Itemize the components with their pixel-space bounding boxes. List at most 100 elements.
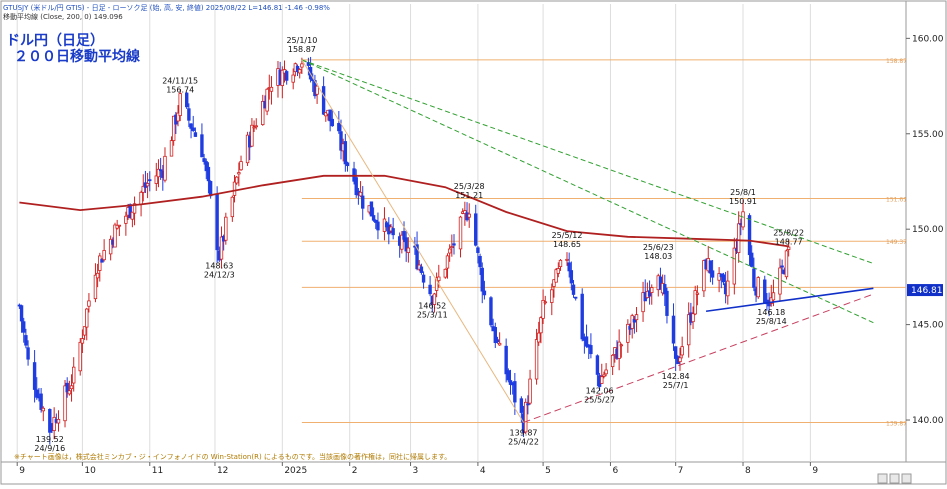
scroll-left-button[interactable] — [877, 473, 888, 484]
candle-body — [600, 376, 604, 384]
candle-body — [726, 280, 730, 297]
x-tick-label: 10 — [84, 466, 96, 476]
candle-body — [443, 268, 448, 278]
candle-body — [665, 290, 669, 316]
annotation-value: 148.65 — [553, 240, 581, 249]
x-tick-label: 9 — [19, 466, 25, 476]
candle-body — [98, 255, 102, 271]
candle-body — [391, 228, 395, 236]
candle-body — [234, 176, 239, 184]
candle-body — [513, 381, 517, 403]
x-tick-label: 9 — [812, 466, 818, 476]
candle-body — [495, 339, 500, 343]
candle-body — [550, 289, 554, 303]
candle-body — [300, 63, 304, 68]
annotation-date: 25/5/27 — [584, 396, 615, 405]
candle-body — [369, 201, 374, 217]
candle-body — [95, 272, 100, 279]
ma-header: 移動平均線 (Close, 200, 0) 149.096 — [3, 13, 123, 21]
candle-body — [452, 243, 456, 246]
candle-body — [450, 246, 454, 249]
candle-body — [284, 71, 289, 81]
candlestick-chart: 158.87151.61149.37139.87 139.5224/9/1624… — [0, 0, 947, 485]
candle-body — [786, 246, 791, 250]
y-tick-label: 160.00 — [912, 34, 944, 44]
candle-body — [376, 221, 380, 231]
candle-body — [145, 183, 150, 187]
y-tick-label: 145.00 — [912, 321, 944, 331]
candle-body — [539, 317, 543, 334]
x-tick-label: 11 — [152, 466, 163, 476]
chart-subtitle: ２００日移動平均線 — [14, 49, 140, 65]
annotation-value: 158.87 — [288, 45, 316, 54]
candle-body — [345, 162, 350, 167]
candle-body — [56, 418, 61, 424]
candle-body — [237, 172, 241, 175]
candle-body — [732, 247, 737, 285]
annotation-value: 148.03 — [644, 252, 672, 261]
candle-body — [330, 118, 335, 127]
candle-body — [695, 292, 700, 295]
annotation-date: 24/12/3 — [204, 270, 235, 279]
candle-body — [361, 195, 365, 209]
candle-body — [710, 270, 715, 278]
annotation-value: 146.52 — [418, 302, 446, 311]
candle-body — [93, 274, 98, 300]
candle-body — [519, 398, 524, 413]
annotation-date: 25/8/1 — [730, 188, 756, 197]
annotation-date: 25/7/1 — [663, 381, 689, 390]
candle-body — [254, 125, 258, 128]
candle-body — [298, 69, 302, 74]
annotation-date: 25/3/28 — [454, 182, 485, 191]
annotation-value: 142.84 — [662, 372, 690, 381]
candle-body — [265, 88, 269, 112]
annotation-value: 148.63 — [205, 261, 233, 270]
candle-body — [497, 342, 502, 346]
candle-body — [215, 193, 219, 251]
candle-body — [565, 258, 569, 261]
last-price-label: 146.81 — [911, 286, 943, 296]
candle-body — [39, 393, 43, 410]
candle-body — [691, 313, 695, 323]
candle-body — [148, 179, 152, 182]
candle-body — [139, 191, 143, 205]
annotation-date: 25/5/12 — [552, 231, 583, 240]
annotation-date: 25/6/23 — [643, 243, 674, 252]
x-tick-label: 7 — [678, 466, 684, 476]
candle-body — [784, 250, 789, 278]
candle-body — [506, 370, 511, 381]
candle-body — [489, 297, 493, 326]
candle-body — [185, 92, 189, 108]
annotation-value: 150.91 — [729, 197, 757, 206]
candle-body — [467, 213, 471, 218]
scroll-end-button[interactable] — [901, 473, 912, 484]
annotation-date: 25/3/11 — [417, 311, 448, 320]
x-tick-label: 3 — [413, 466, 419, 476]
candle-body — [321, 86, 326, 115]
candle-body — [158, 169, 163, 172]
candle-body — [569, 270, 574, 284]
candle-body — [22, 321, 26, 333]
candle-body — [721, 274, 726, 283]
candle-body — [421, 274, 426, 283]
candle-body — [343, 141, 348, 165]
candle-body — [193, 132, 198, 137]
candle-body — [200, 134, 204, 158]
x-tick-label: 2025 — [284, 466, 307, 476]
x-tick-label: 12 — [217, 466, 228, 476]
candle-body — [48, 409, 52, 433]
candle-body — [619, 344, 624, 347]
candle-body — [771, 292, 776, 301]
candle-body — [650, 287, 654, 293]
candle-body — [80, 338, 85, 344]
candle-body — [87, 300, 91, 307]
x-tick-label: 8 — [745, 466, 751, 476]
scroll-right-button[interactable] — [889, 473, 900, 484]
candle-body — [124, 215, 128, 224]
candle-body — [595, 355, 600, 375]
candle-body — [85, 308, 89, 328]
candle-body — [474, 213, 478, 246]
scroll-controls[interactable] — [877, 473, 912, 484]
candle-body — [634, 314, 639, 321]
y-tick-label: 140.00 — [912, 416, 944, 426]
